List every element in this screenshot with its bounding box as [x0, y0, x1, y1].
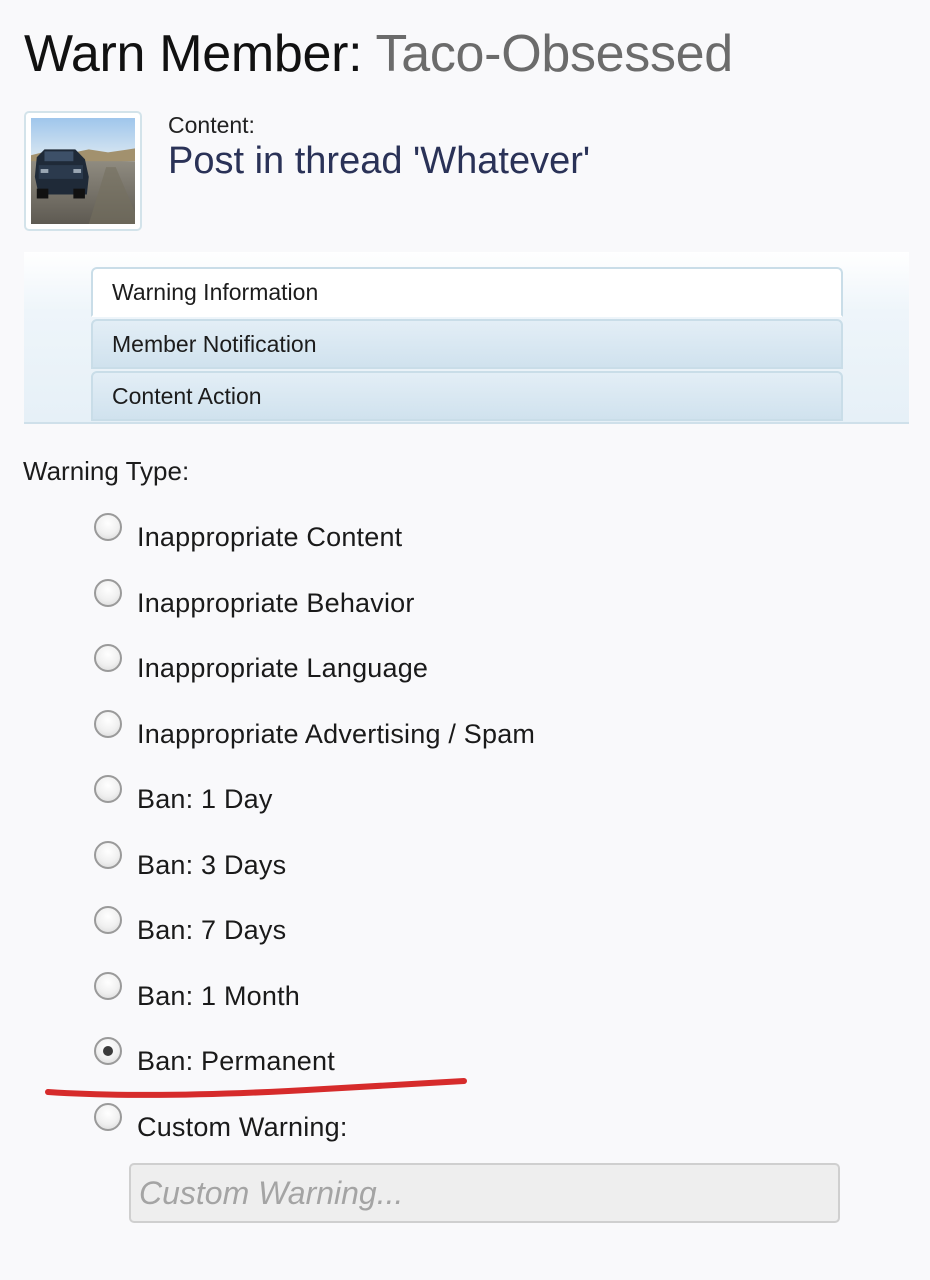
- warning-option-ban-3-days[interactable]: Ban: 3 Days: [94, 836, 794, 902]
- radio-button[interactable]: [94, 644, 122, 672]
- warning-option-inappropriate-language[interactable]: Inappropriate Language: [94, 639, 794, 705]
- page-title: Warn Member: Taco-Obsessed: [24, 22, 733, 86]
- warning-option-ban-1-month[interactable]: Ban: 1 Month: [94, 967, 794, 1033]
- radio-button[interactable]: [94, 1102, 122, 1131]
- page-title-prefix: Warn Member:: [24, 25, 363, 83]
- radio-label[interactable]: Ban: 3 Days: [137, 848, 286, 882]
- radio-label[interactable]: Ban: Permanent: [137, 1044, 335, 1078]
- tab-member-notification[interactable]: Member Notification: [91, 319, 843, 369]
- radio-button-selected[interactable]: [94, 1037, 122, 1065]
- tab-warning-information[interactable]: Warning Information: [91, 267, 843, 317]
- truck-photo-image: [31, 118, 135, 224]
- radio-button[interactable]: [94, 840, 122, 869]
- warning-option-inappropriate-content[interactable]: Inappropriate Content: [94, 508, 794, 574]
- radio-label[interactable]: Inappropriate Advertising / Spam: [137, 717, 535, 751]
- radio-button[interactable]: [94, 971, 122, 1000]
- warning-type-radio-group: Inappropriate Content Inappropriate Beha…: [94, 508, 794, 1163]
- radio-label[interactable]: Inappropriate Language: [137, 651, 428, 685]
- warning-option-ban-7-days[interactable]: Ban: 7 Days: [94, 901, 794, 967]
- content-thumbnail[interactable]: [24, 111, 142, 231]
- radio-button[interactable]: [94, 709, 122, 738]
- warning-type-label: Warning Type:: [23, 456, 190, 486]
- warning-option-inappropriate-advertising-spam[interactable]: Inappropriate Advertising / Spam: [94, 705, 794, 771]
- radio-label[interactable]: Ban: 7 Days: [137, 913, 286, 947]
- warning-tabs: Warning Information Member Notification …: [24, 252, 909, 424]
- radio-label[interactable]: Ban: 1 Month: [137, 979, 300, 1013]
- radio-label[interactable]: Ban: 1 Day: [137, 782, 273, 816]
- radio-label[interactable]: Inappropriate Behavior: [137, 586, 415, 620]
- radio-label[interactable]: Inappropriate Content: [137, 520, 402, 554]
- radio-button[interactable]: [94, 906, 122, 934]
- warning-option-ban-permanent[interactable]: Ban: Permanent: [94, 1032, 794, 1098]
- custom-warning-input[interactable]: [129, 1163, 840, 1223]
- content-label: Content:: [168, 112, 255, 138]
- radio-label[interactable]: Custom Warning:: [137, 1110, 348, 1144]
- member-name[interactable]: Taco-Obsessed: [376, 25, 734, 83]
- content-post-link[interactable]: Post in thread 'Whatever': [168, 140, 590, 183]
- warning-option-ban-1-day[interactable]: Ban: 1 Day: [94, 770, 794, 836]
- warning-option-custom-warning[interactable]: Custom Warning:: [94, 1098, 794, 1164]
- radio-button[interactable]: [94, 578, 122, 607]
- radio-button[interactable]: [94, 513, 122, 541]
- radio-button[interactable]: [94, 775, 122, 803]
- tab-content-action[interactable]: Content Action: [91, 371, 843, 421]
- warning-option-inappropriate-behavior[interactable]: Inappropriate Behavior: [94, 574, 794, 640]
